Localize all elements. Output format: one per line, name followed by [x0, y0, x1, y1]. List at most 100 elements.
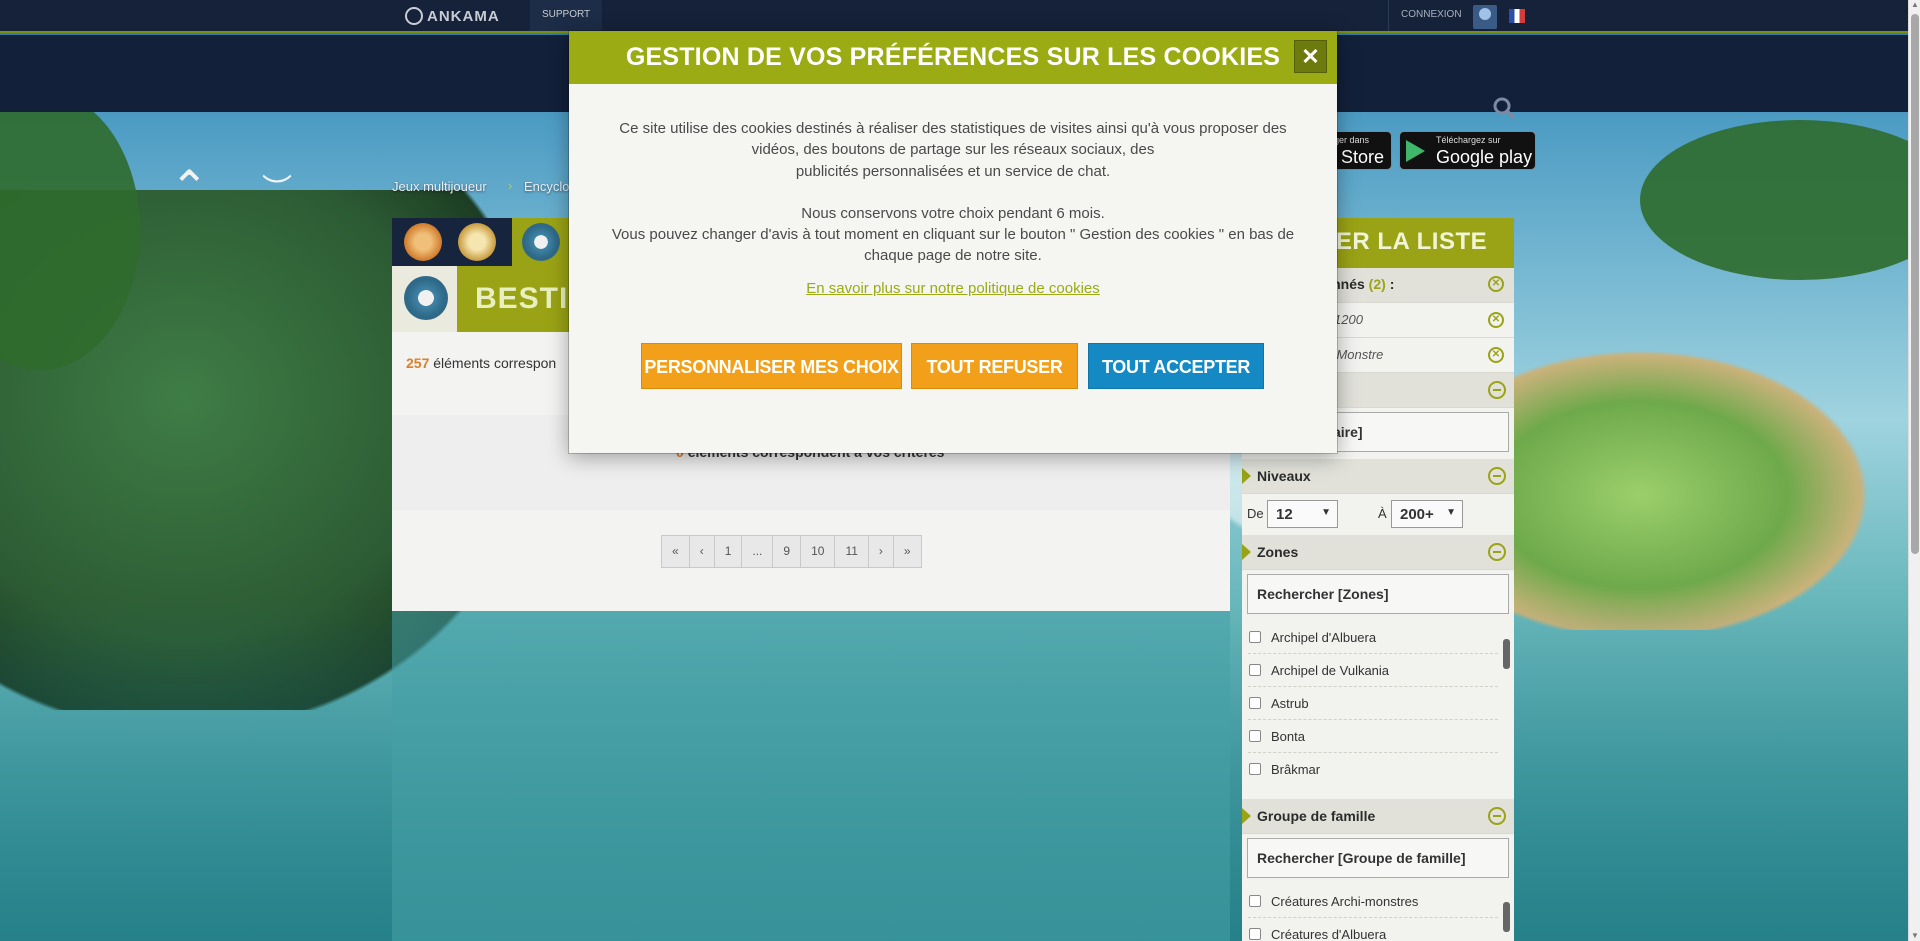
family-label: Créatures d'Albuera — [1271, 927, 1387, 941]
clear-all-criteria-icon[interactable]: ✕ — [1488, 276, 1504, 292]
levels-title: Niveaux — [1257, 468, 1311, 484]
cookie-consent-dialog: GESTION DE VOS PRÉFÉRENCES SUR LES COOKI… — [569, 31, 1337, 453]
checkbox[interactable] — [1249, 664, 1261, 676]
zones-title: Zones — [1257, 544, 1299, 560]
checkbox[interactable] — [1249, 895, 1261, 907]
zone-label: Bonta — [1271, 729, 1305, 744]
collapse-icon[interactable] — [1488, 467, 1506, 485]
filter-title: RER LA LISTE — [1318, 228, 1488, 255]
criterion-label: 1200 — [1334, 312, 1363, 327]
checkbox[interactable] — [1249, 763, 1261, 775]
logo-text: ANKAMA — [427, 8, 500, 25]
collapse-icon[interactable] — [1488, 543, 1506, 561]
class-category-icon[interactable] — [404, 223, 442, 261]
google-play-icon — [1406, 140, 1425, 162]
list-item[interactable]: Archipel d'Albuera — [1248, 621, 1498, 654]
level-to-label: À — [1378, 506, 1387, 521]
scroll-down-icon[interactable]: ▼ — [1911, 931, 1919, 941]
cookie-policy-link[interactable]: En savoir plus sur notre politique de co… — [569, 280, 1337, 297]
seagull-icon: ︶ — [262, 173, 292, 208]
bestiary-header-image — [392, 266, 457, 332]
zone-label: Brâkmar — [1271, 762, 1321, 777]
breadcrumb-separator-icon: › — [508, 178, 513, 193]
avatar[interactable] — [1473, 5, 1497, 29]
remove-criterion-icon[interactable]: ✕ — [1488, 347, 1504, 363]
list-item[interactable]: Astrub — [1248, 687, 1498, 720]
family-search-row: Rechercher [Groupe de famille] — [1242, 834, 1514, 882]
family-section-header[interactable]: Groupe de famille — [1242, 799, 1514, 834]
cookie-text-line: publicités personnalisées et un service … — [795, 163, 1111, 180]
checkbox[interactable] — [1249, 631, 1261, 643]
main-lower-area — [392, 611, 1230, 941]
collapse-icon[interactable] — [1488, 381, 1506, 399]
zone-label: Archipel d'Albuera — [1271, 630, 1377, 645]
checkbox[interactable] — [1249, 730, 1261, 742]
monster-icon — [404, 276, 448, 320]
level-from-value: 12 — [1276, 506, 1293, 523]
zone-label: Astrub — [1271, 696, 1309, 711]
equipment-category-icon[interactable] — [458, 223, 496, 261]
scrollbar-thumb[interactable] — [1503, 639, 1510, 669]
pagination-page[interactable]: 11 — [835, 536, 869, 567]
accept-all-button[interactable]: TOUT ACCEPTER — [1088, 343, 1264, 389]
list-item[interactable]: Archipel de Vulkania — [1248, 654, 1498, 687]
ankama-logo[interactable]: ANKAMA — [405, 7, 500, 25]
result-count-number: 257 — [406, 355, 430, 371]
zones-section-header[interactable]: Zones — [1242, 535, 1514, 570]
remove-criterion-icon[interactable]: ✕ — [1488, 312, 1504, 328]
google-play-label: Google play — [1436, 147, 1533, 167]
list-item[interactable]: Bonta — [1248, 720, 1498, 753]
scrollbar-thumb[interactable] — [1911, 14, 1919, 554]
list-item[interactable]: Créatures Archi-monstres — [1248, 885, 1498, 918]
cookie-text-line: Vous pouvez changer d'avis à tout moment… — [611, 226, 1295, 243]
login-link[interactable]: CONNEXION — [1388, 0, 1474, 31]
cookie-text-line: Nous conservons votre choix pendant 6 mo… — [801, 205, 1105, 222]
pagination-prev[interactable]: ‹ — [690, 536, 715, 567]
scroll-up-icon[interactable]: ▲ — [1911, 0, 1919, 10]
result-count: 257 éléments correspon — [406, 355, 556, 371]
page-scrollbar[interactable]: ▲ ▼ — [1908, 0, 1920, 941]
section-arrow-icon — [1242, 468, 1251, 484]
pagination-ellipsis: ... — [742, 536, 774, 567]
cookie-text-line: chaque page de notre site. — [864, 247, 1042, 264]
chevron-down-icon: ▼ — [1321, 507, 1331, 518]
close-icon[interactable]: ✕ — [1294, 40, 1327, 73]
refuse-all-button[interactable]: TOUT REFUSER — [911, 343, 1078, 389]
palm-tree — [1640, 120, 1920, 280]
search-icon[interactable] — [1493, 97, 1515, 119]
breadcrumb-item[interactable]: Encyclo — [524, 179, 570, 194]
app-store-label: Store — [1341, 147, 1385, 167]
level-to-select[interactable]: 200+ ▼ — [1391, 500, 1463, 528]
list-item[interactable]: Brâkmar — [1248, 753, 1498, 786]
levels-section-header[interactable]: Niveaux — [1242, 459, 1514, 494]
zones-search-input[interactable]: Rechercher [Zones] — [1247, 574, 1509, 614]
list-item[interactable]: Créatures d'Albuera — [1248, 918, 1498, 941]
cookie-text-line: vidéos, des boutons de partage sur les r… — [751, 141, 1155, 158]
collapse-icon[interactable] — [1488, 807, 1506, 825]
family-scrollbar[interactable] — [1500, 890, 1512, 941]
cookie-dialog-title: GESTION DE VOS PRÉFÉRENCES SUR LES COOKI… — [625, 43, 1281, 71]
family-title: Groupe de famille — [1257, 808, 1376, 824]
zones-scrollbar[interactable] — [1500, 625, 1512, 790]
selected-criteria-count: (2) — [1368, 276, 1386, 292]
google-play-button[interactable]: Téléchargez sur Google play — [1399, 131, 1536, 170]
result-count-label: éléments correspon — [433, 355, 557, 371]
pagination-first[interactable]: « — [662, 536, 690, 567]
family-search-input[interactable]: Rechercher [Groupe de famille] — [1247, 838, 1509, 878]
checkbox[interactable] — [1249, 928, 1261, 940]
customize-choices-button[interactable]: PERSONNALISER MES CHOIX — [641, 343, 902, 389]
level-from-select[interactable]: 12 ▼ — [1267, 500, 1338, 528]
pagination-page[interactable]: 1 — [715, 536, 743, 567]
tab-bestiary[interactable] — [512, 218, 572, 266]
pagination-next[interactable]: › — [869, 536, 894, 567]
pagination-page[interactable]: 9 — [773, 536, 802, 567]
pagination-page[interactable]: 10 — [801, 536, 836, 567]
pagination-last[interactable]: » — [894, 536, 921, 567]
french-flag-icon[interactable] — [1509, 9, 1525, 23]
checkbox[interactable] — [1249, 697, 1261, 709]
scrollbar-thumb[interactable] — [1503, 902, 1510, 932]
chevron-down-icon: ▼ — [1446, 507, 1456, 518]
support-link[interactable]: SUPPORT — [530, 0, 603, 31]
levels-filter: De 12 ▼ À 200+ ▼ — [1242, 492, 1514, 534]
breadcrumb-item[interactable]: Jeux multijoueur — [392, 179, 487, 194]
